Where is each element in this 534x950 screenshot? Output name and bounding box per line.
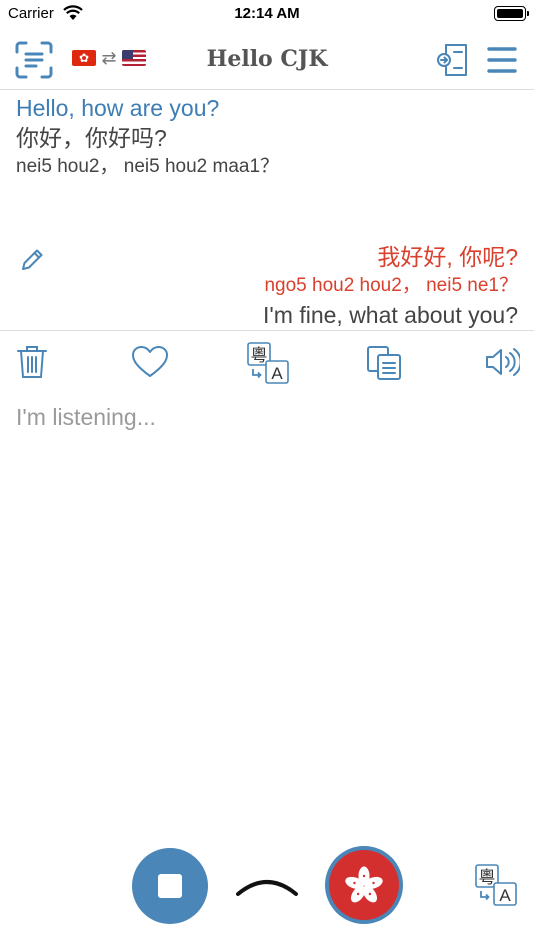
cantonese-translate-icon[interactable]: 粵 A [474, 864, 518, 906]
status-time: 12:14 AM [234, 5, 300, 22]
nav-bar: ⇄ Hello CJK [0, 30, 534, 90]
source-text-english: Hello, how are you? [16, 95, 220, 121]
copy-icon[interactable] [365, 344, 403, 382]
latin-glyph: A [499, 886, 511, 905]
hamburger-menu-icon[interactable] [484, 42, 520, 78]
cantonese-glyph: 粵 [479, 868, 496, 888]
status-bar: Carrier 12:14 AM [0, 0, 534, 30]
source-text-chinese: 我好好, 你呢? [377, 244, 518, 270]
translation-text-chinese: 你好，你好吗? [16, 125, 167, 151]
stop-icon [158, 874, 182, 898]
latin-glyph: A [271, 364, 283, 383]
romanization-text-reply: ngo5 hou2 hou2， nei5 ne1？ [264, 275, 518, 296]
translation-text-english: I'm fine, what about you? [263, 302, 518, 328]
import-history-icon[interactable] [434, 42, 470, 78]
message-right[interactable]: 我好好, 你呢? ngo5 hou2 hou2， nei5 ne1？ I'm f… [38, 241, 518, 331]
listening-status: I'm listening... [16, 404, 156, 430]
chevron-up-icon[interactable] [234, 868, 300, 902]
cantonese-translate-icon[interactable]: 粵 A [247, 342, 289, 384]
speaker-icon[interactable] [484, 346, 520, 378]
battery-icon [494, 6, 529, 21]
conversation-panel: Hello, how are you? 你好，你好吗? nei5 hou2， n… [0, 91, 534, 331]
romanization-text: nei5 hou2， nei5 hou2 maa1？ [16, 156, 280, 177]
cantonese-glyph: 粵 [251, 346, 268, 366]
message-left[interactable]: Hello, how are you? 你好，你好吗? nei5 hou2， n… [16, 93, 518, 181]
bottom-controls: 粵 A [0, 840, 534, 950]
stop-button[interactable] [132, 848, 208, 924]
hong-kong-language-button[interactable] [325, 846, 403, 924]
hong-kong-flag-icon [329, 850, 399, 920]
action-toolbar: 粵 A [0, 332, 534, 392]
heart-icon[interactable] [131, 344, 169, 380]
trash-icon[interactable] [14, 344, 50, 380]
